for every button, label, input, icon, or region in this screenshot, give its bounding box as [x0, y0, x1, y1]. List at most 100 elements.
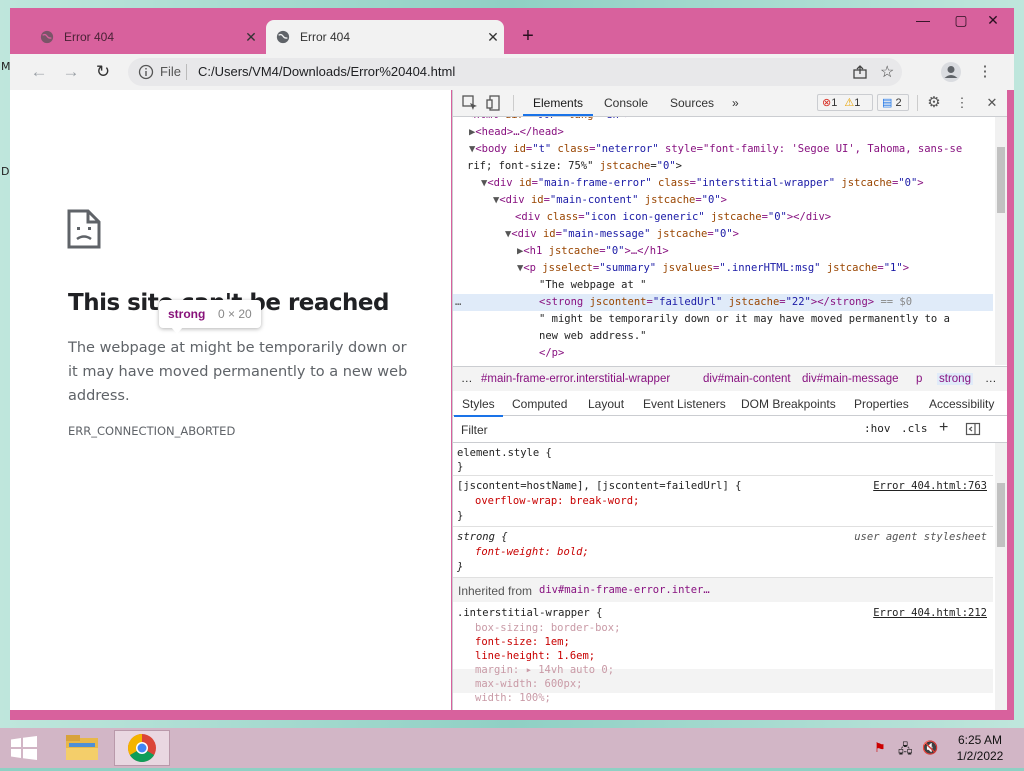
tab-layout[interactable]: Layout [588, 397, 624, 411]
cls-toggle[interactable]: .cls [901, 422, 928, 435]
rule-source-ua: user agent stylesheet [854, 531, 987, 543]
file-explorer-taskbar-button[interactable] [54, 730, 110, 766]
chrome-icon [128, 734, 156, 762]
share-icon[interactable] [852, 64, 868, 80]
start-windows-icon[interactable] [10, 736, 38, 760]
reload-button[interactable]: ↻ [92, 61, 114, 83]
declaration[interactable]: font-weight: bold; [475, 544, 589, 560]
rule-interstitial-wrapper[interactable]: .interstitial-wrapper { Error 404.html:2… [453, 603, 993, 710]
declaration[interactable]: overflow-wrap: break-word; [475, 493, 639, 509]
settings-gear-icon[interactable]: ⚙ [925, 94, 943, 112]
address-bar[interactable]: File C:/Users/VM4/Downloads/Error%20404.… [128, 58, 902, 86]
sad-document-icon [67, 209, 101, 249]
inherited-label: Inherited from [458, 584, 533, 598]
dom-node[interactable]: ▼<body id="t" class="neterror" style="fo… [453, 141, 993, 158]
dom-node[interactable]: </p> [453, 345, 993, 362]
breadcrumb-main-message[interactable]: div#main-message [802, 373, 899, 385]
breadcrumb-main-content[interactable]: div#main-content [703, 373, 791, 385]
rule-source-link[interactable]: Error 404.html:212 [873, 605, 987, 621]
close-devtools-icon[interactable]: ✕ [983, 94, 1001, 112]
breadcrumb-more-right[interactable]: … [985, 373, 997, 385]
warning-icon: ⚠ [844, 97, 855, 109]
back-button[interactable]: ← [28, 61, 50, 83]
new-tab-button[interactable]: + [516, 24, 540, 48]
breadcrumb-strong[interactable]: strong [937, 373, 973, 385]
toggle-sidebar-icon[interactable] [965, 421, 981, 437]
breadcrumb-main-frame-error[interactable]: #main-frame-error.interstitial-wrapper [481, 373, 670, 385]
more-tabs-button[interactable]: » [732, 96, 739, 110]
tooltip-arrow [171, 327, 183, 334]
dom-node[interactable]: <html dir="ltr" lang="en"> [453, 117, 993, 124]
message-icon: ▤ [882, 97, 893, 109]
dom-tree[interactable]: <html dir="ltr" lang="en">▶<head>…</head… [453, 117, 993, 365]
close-window-button[interactable]: ✕ [978, 12, 1008, 29]
dom-node[interactable]: "The webpage at " [453, 277, 993, 294]
messages-badge[interactable]: ▤ 2 [877, 94, 909, 111]
breadcrumb-p[interactable]: p [916, 373, 922, 385]
dom-node[interactable]: ▼<div id="main-content" jstcache="0"> [453, 192, 993, 209]
hov-toggle[interactable]: :hov [864, 422, 891, 435]
page-content: This site can't be reached The webpage a… [10, 90, 451, 710]
tab-dom-breakpoints[interactable]: DOM Breakpoints [741, 397, 836, 411]
tab-elements[interactable]: Elements [522, 96, 594, 116]
dom-node-selected[interactable]: … <strong jscontent="failedUrl" jstcache=… [453, 294, 993, 311]
dom-node[interactable]: new web address." [453, 328, 993, 345]
close-tab-icon[interactable]: ✕ [240, 29, 262, 46]
globe-icon [40, 30, 54, 44]
new-style-rule-button[interactable]: + [939, 419, 948, 437]
dom-node[interactable]: <div class="icon icon-generic" jstcache=… [453, 209, 993, 226]
taskbar: ⚑ 🖧 🔇 6:25 AM 1/2/2022 [0, 728, 1024, 768]
folder-icon [66, 735, 98, 760]
issues-badge[interactable]: ⊗1 ⚠1 [817, 94, 873, 111]
styles-scrollbar[interactable] [995, 443, 1007, 710]
declaration-text: overflow-wrap: break-word; [475, 495, 640, 507]
tab-properties[interactable]: Properties [854, 397, 909, 411]
tab-title: Error 404 [64, 30, 115, 44]
breadcrumb-more-left[interactable]: … [461, 373, 473, 385]
tab-event-listeners[interactable]: Event Listeners [643, 397, 726, 411]
tab-styles[interactable]: Styles [454, 397, 503, 417]
tab-accessibility[interactable]: Accessibility [929, 397, 994, 411]
close-tab-icon[interactable]: ✕ [482, 29, 504, 46]
styles-filter-bar: :hov .cls + [453, 416, 1007, 443]
devtools-menu-icon[interactable]: ⋮ [953, 94, 971, 112]
tab-error-404-2[interactable]: Error 404 ✕ [266, 20, 504, 54]
dom-node[interactable]: " might be temporarily down or it may ha… [453, 311, 993, 328]
inherited-from-link[interactable]: div#main-frame-error.inter… [539, 584, 710, 596]
device-toolbar-icon[interactable] [485, 94, 503, 112]
rule-selector: [jscontent=hostName], [jscontent=failedU… [457, 480, 742, 492]
minimize-button[interactable]: — [908, 12, 938, 28]
styles-filter-input[interactable] [459, 421, 843, 439]
scroll-thumb[interactable] [997, 147, 1005, 213]
dom-node[interactable]: ▼<p jsselect="summary" jsvalues=".innerH… [453, 260, 993, 277]
action-center-flag-icon[interactable]: ⚑ [874, 740, 886, 756]
rule-source-link[interactable]: Error 404.html:763 [873, 478, 987, 494]
tab-computed[interactable]: Computed [512, 397, 567, 411]
dom-node[interactable]: ▶<h1 jstcache="0">…</h1> [453, 243, 993, 260]
rule-strong[interactable]: strong { user agent stylesheet font-weig… [453, 527, 993, 578]
maximize-button[interactable]: ▢ [946, 12, 976, 29]
rule-jscontent[interactable]: [jscontent=hostName], [jscontent=failedU… [453, 476, 993, 527]
dom-node[interactable]: ▼<div id="main-message" jstcache="0"> [453, 226, 993, 243]
menu-kebab-icon[interactable]: ⋮ [974, 61, 996, 83]
tab-sources[interactable]: Sources [670, 96, 714, 110]
volume-muted-icon[interactable]: 🔇 [922, 740, 938, 756]
info-icon[interactable] [138, 64, 154, 80]
inspect-element-icon[interactable] [461, 94, 479, 112]
chrome-taskbar-button[interactable] [114, 730, 170, 766]
dom-node[interactable]: rif; font-size: 75%" jstcache="0"> [453, 158, 993, 175]
tab-console[interactable]: Console [604, 96, 648, 110]
network-icon[interactable]: 🖧 [898, 740, 913, 762]
dom-node[interactable]: ▼<div id="main-frame-error" class="inter… [453, 175, 993, 192]
rule-element-style[interactable]: element.style { } [453, 443, 993, 476]
tab-error-404-1[interactable]: Error 404 ✕ [30, 20, 262, 54]
url-text[interactable]: C:/Users/VM4/Downloads/Error%20404.html [198, 64, 455, 79]
system-clock[interactable]: 6:25 AM 1/2/2022 [944, 732, 1016, 764]
profile-avatar-icon[interactable] [940, 61, 962, 83]
dom-tree-scrollbar[interactable] [995, 117, 1007, 365]
scroll-thumb[interactable] [997, 483, 1005, 547]
dom-node[interactable]: ▶<head>…</head> [453, 124, 993, 141]
forward-button[interactable]: → [60, 61, 82, 83]
declaration-inactive[interactable]: width: 100%; [475, 690, 551, 706]
bookmark-star-icon[interactable]: ☆ [880, 62, 894, 82]
